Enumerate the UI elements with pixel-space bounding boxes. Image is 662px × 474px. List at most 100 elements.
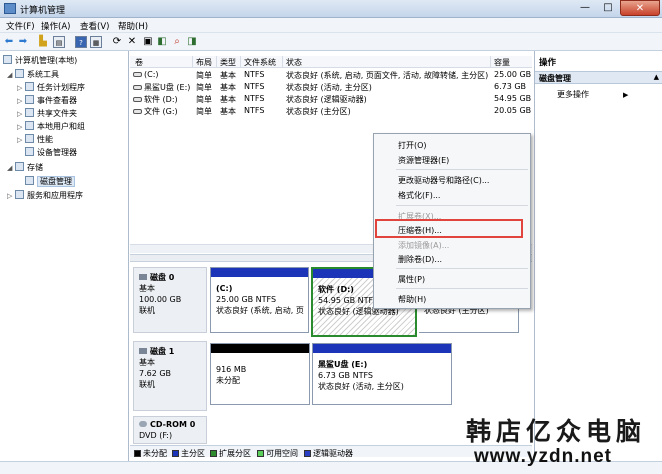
collapse-arrow-icon[interactable]: ▲ bbox=[654, 73, 659, 81]
volume-status: 状态良好 (主分区) bbox=[286, 107, 351, 116]
tree-item-shared-folders[interactable]: ▷ 共享文件夹 bbox=[17, 108, 77, 119]
services-icon bbox=[15, 190, 24, 199]
disk-icon[interactable]: ◨ bbox=[186, 36, 198, 48]
disk-state: 联机 bbox=[139, 306, 155, 315]
more-actions-link[interactable]: 更多操作 ▶ bbox=[557, 89, 628, 100]
volume-type: 基本 bbox=[220, 71, 236, 80]
volume-capacity: 20.05 GB bbox=[494, 106, 532, 115]
menu-file[interactable]: 文件(F) bbox=[6, 20, 35, 32]
cdrom-icon bbox=[139, 421, 147, 427]
minimize-button[interactable]: — bbox=[574, 0, 596, 16]
close-button[interactable]: ✕ bbox=[620, 0, 660, 16]
up-folder-icon[interactable]: ▙ bbox=[37, 36, 49, 48]
maximize-button[interactable]: □ bbox=[597, 0, 619, 16]
submenu-arrow-icon: ▶ bbox=[623, 91, 629, 99]
menu-item-explorer[interactable]: 资源管理器(E) bbox=[398, 155, 449, 166]
shared-folder-icon bbox=[25, 108, 34, 117]
tree-item-device-manager[interactable]: 设备管理器 bbox=[25, 147, 77, 158]
partition-c[interactable]: (C:) 25.00 GB NTFS 状态良好 (系统, 启动, 页 bbox=[210, 267, 309, 333]
partition-status: 状态良好 (活动, 主分区) bbox=[318, 382, 404, 391]
cdrom-label[interactable]: CD-ROM 0 DVD (F:) bbox=[133, 416, 207, 444]
column-layout[interactable]: 布局 bbox=[196, 57, 212, 68]
tree-item-storage[interactable]: ◢ 存储 bbox=[7, 162, 43, 173]
volume-row[interactable]: 软件 (D:) 简单 基本 NTFS 状态良好 (逻辑驱动器) 54.95 GB bbox=[130, 94, 532, 104]
disk-type: 基本 bbox=[139, 358, 155, 367]
device-manager-icon bbox=[25, 147, 34, 156]
watermark-url: www.yzdn.net bbox=[474, 446, 612, 467]
tools-icon bbox=[15, 69, 24, 78]
window-title: 计算机管理 bbox=[20, 6, 66, 16]
volume-name: 软件 (D:) bbox=[133, 94, 178, 105]
column-filesystem[interactable]: 文件系统 bbox=[244, 57, 276, 68]
menu-item-change-drive-letter[interactable]: 更改驱动器号和路径(C)... bbox=[398, 175, 489, 186]
properties-icon[interactable]: ▣ bbox=[142, 36, 154, 48]
menu-item-help[interactable]: 帮助(H) bbox=[398, 294, 426, 305]
help-topic-icon[interactable]: ▦ bbox=[90, 36, 102, 48]
menu-action[interactable]: 操作(A) bbox=[41, 20, 70, 32]
volume-status: 状态良好 (系统, 启动, 页面文件, 活动, 故障转储, 主分区) bbox=[286, 71, 489, 80]
help-icon[interactable]: ? bbox=[75, 36, 87, 48]
menu-help[interactable]: 帮助(H) bbox=[118, 20, 148, 32]
volume-name: 文件 (G:) bbox=[133, 106, 178, 117]
export-icon[interactable]: ◧ bbox=[156, 36, 168, 48]
tree-item-root[interactable]: 计算机管理(本地) bbox=[3, 55, 77, 66]
legend-primary: 主分区 bbox=[172, 448, 205, 459]
clock-icon bbox=[25, 82, 34, 91]
actions-header: 操作 bbox=[539, 58, 557, 68]
drive-icon bbox=[133, 109, 142, 114]
disk1-label[interactable]: 磁盘 1 基本 7.62 GB 联机 bbox=[133, 341, 207, 411]
volume-row[interactable]: 文件 (G:) 简单 基本 NTFS 状态良好 (主分区) 20.05 GB bbox=[130, 106, 532, 116]
volume-status: 状态良好 (活动, 主分区) bbox=[286, 83, 372, 92]
expand-icon[interactable]: ▷ bbox=[17, 136, 25, 144]
partition-e[interactable]: 黑鲨U盘 (E:) 6.73 GB NTFS 状态良好 (活动, 主分区) bbox=[312, 343, 452, 405]
refresh-icon[interactable]: ⟳ bbox=[111, 36, 123, 48]
menu-item-properties[interactable]: 属性(P) bbox=[398, 274, 425, 285]
collapse-icon[interactable]: ◢ bbox=[7, 164, 15, 172]
delete-icon[interactable]: ✕ bbox=[126, 36, 138, 48]
disk-size: 7.62 GB bbox=[139, 369, 172, 378]
tree-item-system-tools[interactable]: ◢ 系统工具 bbox=[7, 69, 59, 80]
drive-icon bbox=[133, 72, 142, 77]
tree-item-performance[interactable]: ▷ 性能 bbox=[17, 134, 53, 145]
tree-item-services-apps[interactable]: ▷ 服务和应用程序 bbox=[7, 190, 83, 201]
menu-item-add-mirror: 添加镜像(A)... bbox=[398, 241, 450, 250]
column-type[interactable]: 类型 bbox=[220, 57, 236, 68]
expand-icon[interactable]: ▷ bbox=[17, 110, 25, 118]
menu-item-open[interactable]: 打开(O) bbox=[398, 140, 427, 151]
expand-icon[interactable]: ▷ bbox=[17, 84, 25, 92]
disk-state: 联机 bbox=[139, 380, 155, 389]
tree-item-event-viewer[interactable]: ▷ 事件查看器 bbox=[17, 95, 77, 106]
menu-item-format[interactable]: 格式化(F)... bbox=[398, 190, 440, 201]
primary-partition-bar bbox=[211, 268, 308, 277]
disk-name: 磁盘 1 bbox=[139, 346, 201, 357]
volume-capacity: 6.73 GB bbox=[494, 82, 527, 91]
tree-item-local-users[interactable]: ▷ 本地用户和组 bbox=[17, 121, 85, 132]
console-tree-icon[interactable]: ▤ bbox=[53, 36, 65, 48]
disk0-label[interactable]: 磁盘 0 基本 100.00 GB 联机 bbox=[133, 267, 207, 333]
disk-management-icon bbox=[25, 176, 34, 185]
expand-icon[interactable]: ▷ bbox=[17, 97, 25, 105]
back-arrow-icon[interactable]: ⬅ bbox=[3, 36, 15, 48]
tree-item-task-scheduler[interactable]: ▷ 任务计划程序 bbox=[17, 82, 85, 93]
legend-logical-drive: 逻辑驱动器 bbox=[304, 448, 353, 459]
menu-view[interactable]: 查看(V) bbox=[80, 20, 109, 32]
actions-section-disk-management[interactable]: 磁盘管理 ▲ bbox=[535, 71, 662, 84]
console-tree: 计算机管理(本地) ◢ 系统工具 ▷ 任务计划程序 ▷ 事件查看器 ▷ 共享文件夹 ▷ 本… bbox=[0, 51, 129, 461]
partition-unallocated[interactable]: 916 MB 未分配 bbox=[210, 343, 310, 405]
volume-row[interactable]: (C:) 简单 基本 NTFS 状态良好 (系统, 启动, 页面文件, 活动, … bbox=[130, 70, 532, 80]
column-capacity[interactable]: 容量 bbox=[494, 57, 510, 68]
forward-arrow-icon[interactable]: ➡ bbox=[17, 36, 29, 48]
collapse-icon[interactable]: ◢ bbox=[7, 71, 15, 79]
expand-icon[interactable]: ▷ bbox=[7, 192, 15, 200]
volume-row[interactable]: 黑鲨U盘 (E:) 简单 基本 NTFS 状态良好 (活动, 主分区) 6.73… bbox=[130, 82, 532, 92]
primary-partition-bar bbox=[313, 344, 451, 353]
column-volume[interactable]: 卷 bbox=[135, 57, 143, 68]
menu-item-delete-volume[interactable]: 删除卷(D)... bbox=[398, 254, 442, 265]
volume-capacity: 54.95 GB bbox=[494, 94, 532, 103]
tree-item-disk-management[interactable]: 磁盘管理 bbox=[25, 176, 75, 187]
column-status[interactable]: 状态 bbox=[286, 57, 302, 68]
expand-icon[interactable]: ▷ bbox=[17, 123, 25, 131]
storage-icon bbox=[15, 162, 24, 171]
title-bar: 计算机管理 — □ ✕ bbox=[0, 0, 662, 18]
search-icon[interactable]: ⌕ bbox=[171, 36, 183, 48]
